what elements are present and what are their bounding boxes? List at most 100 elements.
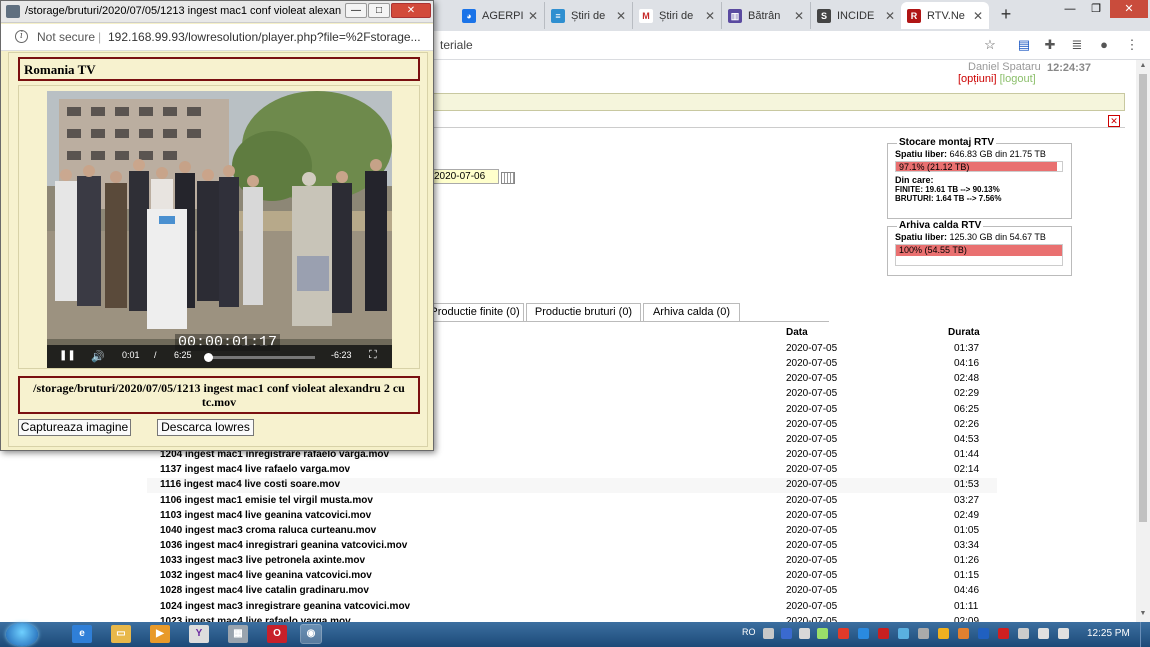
file-name[interactable]: 1040 ingest mac3 croma raluca curteanu.m… bbox=[160, 525, 376, 536]
tab-close-icon[interactable]: ✕ bbox=[973, 9, 983, 23]
video-player[interactable]: 00:00:01:17 ❚❚ 🔊 0:01 / 6:25 -6:23 ⛶ bbox=[47, 91, 392, 368]
file-name[interactable]: 1116 ingest mac4 live costi soare.mov bbox=[160, 479, 340, 490]
tab-arhiva-calda[interactable]: Arhiva calda (0) bbox=[643, 303, 740, 321]
pdf-icon[interactable] bbox=[878, 628, 889, 639]
tray-app-icon[interactable] bbox=[1018, 628, 1029, 639]
opera-taskbar-icon[interactable]: O bbox=[267, 625, 287, 643]
capture-image-button[interactable]: Captureaza imagine bbox=[18, 419, 131, 436]
column-header-duration[interactable]: Durata bbox=[948, 327, 980, 338]
column-header-date[interactable]: Data bbox=[786, 327, 808, 338]
bluetooth-icon[interactable] bbox=[978, 628, 989, 639]
tray-app-icon[interactable] bbox=[998, 628, 1009, 639]
show-desktop-button[interactable] bbox=[1140, 622, 1150, 647]
volume-tray-icon[interactable] bbox=[1058, 628, 1069, 639]
taskbar-clock[interactable]: 12:25 PM bbox=[1087, 628, 1130, 639]
file-name[interactable]: 1106 ingest mac1 emisie tel virgil musta… bbox=[160, 495, 373, 506]
logout-link[interactable]: [logout] bbox=[1000, 73, 1036, 85]
tab-close-icon[interactable]: ✕ bbox=[528, 9, 538, 23]
tab-close-icon[interactable]: ✕ bbox=[794, 9, 804, 23]
file-name[interactable]: 1137 ingest mac4 live rafaelo varga.mov bbox=[160, 464, 350, 475]
media-player-taskbar-icon[interactable]: ▶ bbox=[150, 625, 170, 643]
tray-app-icon[interactable] bbox=[898, 628, 909, 639]
browser-tab-active[interactable]: R RTV.Ne ✕ bbox=[901, 2, 989, 29]
popup-address-bar[interactable]: i Not secure | 192.168.99.93/lowresoluti… bbox=[1, 24, 433, 51]
ie-taskbar-icon[interactable]: e bbox=[72, 625, 92, 643]
file-name[interactable]: 1103 ingest mac4 live geanina vatcovici.… bbox=[160, 510, 371, 521]
browser-tab[interactable]: ≡ Știri de ✕ bbox=[545, 2, 633, 29]
tray-app-icon[interactable] bbox=[763, 628, 774, 639]
table-row[interactable]: 1024 ingest mac3 inregistrare geanina va… bbox=[147, 600, 997, 615]
language-indicator[interactable]: RO bbox=[742, 627, 756, 637]
table-row[interactable]: 1036 ingest mac4 inregistrari geanina va… bbox=[147, 539, 997, 554]
new-tab-plus-icon[interactable]: + bbox=[993, 4, 1019, 26]
file-name[interactable]: 1028 ingest mac4 live catalin gradinaru.… bbox=[160, 585, 369, 596]
seek-bar[interactable] bbox=[204, 353, 315, 362]
browser-tab[interactable]: S INCIDE ✕ bbox=[811, 2, 901, 29]
puzzle-extensions-icon[interactable]: ✚ bbox=[1041, 36, 1059, 54]
scroll-thumb[interactable] bbox=[1139, 74, 1147, 522]
profile-avatar-icon[interactable]: ● bbox=[1095, 36, 1113, 54]
yahoo-taskbar-icon[interactable]: Y bbox=[189, 625, 209, 643]
seek-thumb[interactable] bbox=[204, 353, 214, 362]
player-body: Romania TV 00:00:01:17 ❚❚ 🔊 0:01 / 6:25 … bbox=[8, 52, 428, 447]
network-signal-icon[interactable] bbox=[1038, 628, 1049, 639]
popup-minimize-icon[interactable]: — bbox=[345, 3, 367, 18]
popup-titlebar[interactable]: /storage/bruturi/2020/07/05/1213 ingest … bbox=[1, 1, 433, 23]
options-link[interactable]: [opțiuni] bbox=[958, 73, 997, 85]
tray-app-icon[interactable] bbox=[938, 628, 949, 639]
tab-close-icon[interactable]: ✕ bbox=[616, 9, 626, 23]
table-row[interactable]: 1137 ingest mac4 live rafaelo varga.mov 2… bbox=[147, 463, 997, 478]
pause-icon[interactable]: ❚❚ bbox=[59, 350, 76, 361]
calendar-icon[interactable] bbox=[501, 172, 515, 184]
browser-menu-icon[interactable]: ⋮ bbox=[1123, 36, 1141, 54]
table-row[interactable]: 1106 ingest mac1 emisie tel virgil musta… bbox=[147, 494, 997, 509]
media-queue-icon[interactable]: ≣ bbox=[1068, 36, 1086, 54]
fullscreen-icon[interactable]: ⛶ bbox=[369, 349, 377, 362]
file-name[interactable]: 1036 ingest mac4 inregistrari geanina va… bbox=[160, 540, 407, 551]
calculator-taskbar-icon[interactable]: ▦ bbox=[228, 625, 248, 643]
file-name[interactable]: 1032 ingest mac4 live geanina vatcovici.… bbox=[160, 570, 372, 581]
table-row[interactable]: 1033 ingest mac3 live petronela axinte.m… bbox=[147, 554, 997, 569]
window-close-icon[interactable]: ✕ bbox=[1110, 0, 1148, 18]
extension-doc-icon[interactable]: ▤ bbox=[1015, 36, 1033, 54]
table-row[interactable]: 1028 ingest mac4 live catalin gradinaru.… bbox=[147, 584, 997, 599]
table-row[interactable]: 1040 ingest mac3 croma raluca curteanu.m… bbox=[147, 524, 997, 539]
bookmark-star-icon[interactable]: ☆ bbox=[981, 36, 999, 54]
tray-app-icon[interactable] bbox=[918, 628, 929, 639]
tray-app-icon[interactable] bbox=[817, 628, 828, 639]
download-lowres-button[interactable]: Descarca lowres bbox=[157, 419, 254, 436]
window-maximize-icon[interactable]: ❐ bbox=[1083, 0, 1109, 18]
tray-app-icon[interactable] bbox=[838, 628, 849, 639]
tab-productie-bruturi[interactable]: Productie bruturi (0) bbox=[526, 303, 641, 321]
browser-tab[interactable]: ◕ AGERPI ✕ bbox=[456, 2, 545, 29]
scroll-down-arrow-icon[interactable]: ▼ bbox=[1136, 608, 1150, 620]
address-text-fragment[interactable]: teriale bbox=[440, 38, 473, 52]
window-minimize-icon[interactable]: — bbox=[1057, 0, 1083, 18]
panel-close-icon[interactable]: ✕ bbox=[1108, 115, 1120, 127]
popup-maximize-icon[interactable]: □ bbox=[368, 3, 390, 18]
date-input[interactable]: 2020-07-06 bbox=[431, 169, 499, 184]
tray-app-icon[interactable] bbox=[799, 628, 810, 639]
tab-productie-finite[interactable]: Productie finite (0) bbox=[426, 303, 524, 321]
scroll-up-arrow-icon[interactable]: ▲ bbox=[1136, 60, 1150, 72]
tab-close-icon[interactable]: ✕ bbox=[885, 9, 895, 23]
browser-tab[interactable]: M Știri de ✕ bbox=[633, 2, 722, 29]
browser-tab[interactable]: ▥ Bătrân ✕ bbox=[722, 2, 811, 29]
tab-close-icon[interactable]: ✕ bbox=[705, 9, 715, 23]
file-name[interactable]: 1033 ingest mac3 live petronela axinte.m… bbox=[160, 555, 365, 566]
popup-url[interactable]: 192.168.99.93/lowresolution/player.php?f… bbox=[108, 30, 428, 44]
popup-close-icon[interactable]: ✕ bbox=[391, 3, 431, 18]
table-row[interactable]: 1116 ingest mac4 live costi soare.mov 202… bbox=[147, 478, 997, 493]
table-row[interactable]: 1032 ingest mac4 live geanina vatcovici.… bbox=[147, 569, 997, 584]
chrome-taskbar-icon[interactable]: ◉ bbox=[300, 624, 322, 644]
page-scrollbar[interactable]: ▲ ▼ bbox=[1136, 60, 1150, 622]
table-row[interactable]: 1103 ingest mac4 live geanina vatcovici.… bbox=[147, 509, 997, 524]
help-icon[interactable] bbox=[781, 628, 792, 639]
tray-app-icon[interactable] bbox=[958, 628, 969, 639]
volume-icon[interactable]: 🔊 bbox=[91, 350, 105, 363]
start-orb-icon[interactable] bbox=[6, 623, 38, 646]
explorer-taskbar-icon[interactable]: ▭ bbox=[111, 625, 131, 643]
tray-app-icon[interactable] bbox=[858, 628, 869, 639]
file-name[interactable]: 1024 ingest mac3 inregistrare geanina va… bbox=[160, 601, 410, 612]
info-icon[interactable]: i bbox=[15, 30, 28, 43]
